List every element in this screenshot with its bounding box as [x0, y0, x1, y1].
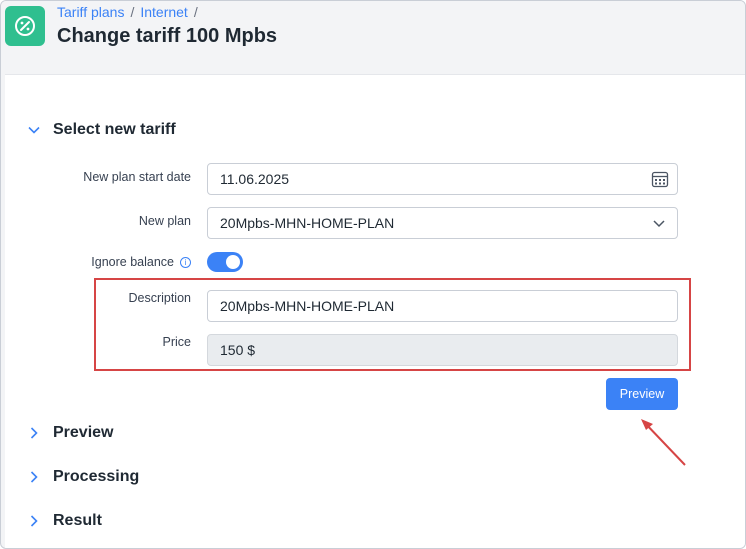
description-field[interactable]: 20Mpbs-MHN-HOME-PLAN [207, 290, 678, 322]
annotation-arrow [641, 419, 686, 466]
calendar-icon[interactable] [651, 170, 669, 188]
section-title: Preview [53, 424, 114, 441]
percent-badge-icon [5, 6, 45, 46]
section-title: Select new tariff [53, 121, 176, 138]
price-value: 150 $ [220, 342, 256, 358]
section-select-new-tariff[interactable]: Select new tariff [27, 121, 176, 139]
ignore-balance-label: Ignore balance i [5, 255, 191, 269]
start-date-field[interactable]: 11.06.2025 [207, 163, 678, 195]
chevron-right-icon [27, 514, 41, 528]
section-processing[interactable]: Processing [27, 468, 139, 486]
section-title: Result [53, 512, 102, 529]
chevron-down-icon [27, 123, 41, 137]
breadcrumb-separator: / [193, 4, 198, 20]
ignore-balance-toggle[interactable] [207, 252, 243, 272]
ignore-balance-text: Ignore balance [91, 255, 174, 269]
breadcrumb: Tariff plans / Internet / [57, 4, 198, 20]
price-field: 150 $ [207, 334, 678, 366]
price-label: Price [162, 335, 191, 349]
breadcrumb-internet[interactable]: Internet [140, 4, 187, 20]
page-header: Tariff plans / Internet / Change tariff … [1, 1, 745, 73]
toggle-knob [226, 255, 240, 269]
chevron-down-icon [651, 215, 669, 233]
section-preview[interactable]: Preview [27, 424, 113, 442]
new-plan-select[interactable]: 20Mpbs-MHN-HOME-PLAN [207, 207, 678, 239]
chevron-right-icon [27, 426, 41, 440]
breadcrumb-tariff-plans[interactable]: Tariff plans [57, 4, 124, 20]
start-date-label: New plan start date [83, 170, 191, 184]
section-title: Processing [53, 468, 140, 485]
section-result[interactable]: Result [27, 512, 102, 530]
start-date-value: 11.06.2025 [220, 171, 290, 187]
new-plan-value: 20Mpbs-MHN-HOME-PLAN [220, 215, 395, 231]
info-icon[interactable]: i [180, 257, 191, 269]
description-value: 20Mpbs-MHN-HOME-PLAN [220, 298, 395, 314]
preview-button[interactable]: Preview [606, 378, 678, 410]
description-label: Description [128, 291, 191, 305]
chevron-right-icon [27, 470, 41, 484]
page-title: Change tariff 100 Mpbs [57, 25, 278, 47]
new-plan-label: New plan [138, 214, 191, 228]
breadcrumb-separator: / [130, 4, 135, 20]
main-card: Select new tariff New plan start date 11… [5, 74, 745, 548]
window: Tariff plans / Internet / Change tariff … [0, 0, 746, 549]
